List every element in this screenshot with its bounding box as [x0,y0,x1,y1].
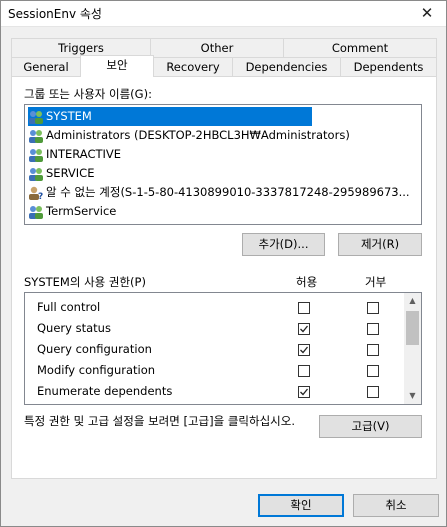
allow-checkbox[interactable] [298,323,310,335]
deny-checkbox[interactable] [367,302,379,314]
list-item-label: Administrators (DESKTOP-2HBCL3H₩Administ… [46,128,350,142]
deny-checkbox[interactable] [367,386,379,398]
advanced-hint-text: 특정 권한 및 고급 설정을 보려면 [고급]을 클릭하십시오. [24,414,295,428]
scroll-down-icon[interactable]: ▼ [404,388,421,404]
users-icon [29,148,43,162]
users-icon [29,110,43,124]
permissions-list[interactable]: Full control Query status Query configur… [24,292,422,405]
allow-checkbox[interactable] [298,344,310,356]
list-item[interactable]: SYSTEM [28,107,312,126]
allow-checkbox[interactable] [298,386,310,398]
groups-listbox[interactable]: SYSTEM Administrators (DESKTOP-2HBCL3H₩A… [24,104,422,225]
svg-text:?: ? [38,192,43,200]
permission-row-label: Query configuration [37,342,152,356]
list-item-label: SYSTEM [46,109,92,123]
deny-header: 거부 [365,275,387,289]
checkmark-icon [300,325,309,333]
ok-button[interactable]: 확인 [258,494,344,517]
groups-label: 그룹 또는 사용자 이름(G): [24,87,152,101]
permissions-label: SYSTEM의 사용 권한(P) [24,275,146,289]
permission-row-label: Full control [37,300,101,314]
deny-checkbox[interactable] [367,344,379,356]
list-item-label: SERVICE [46,166,95,180]
list-item[interactable]: TermService [28,202,116,221]
cancel-button[interactable]: 취소 [353,494,439,517]
list-item-label: 알 수 없는 계정(S-1-5-80-4130899010-3337817248… [46,185,410,199]
deny-checkbox[interactable] [367,365,379,377]
users-icon [29,205,43,219]
list-item[interactable]: ? 알 수 없는 계정(S-1-5-80-4130899010-333781724… [28,183,410,202]
permission-row-label: Modify configuration [37,363,156,377]
list-item[interactable]: Administrators (DESKTOP-2HBCL3H₩Administ… [28,126,350,145]
list-item[interactable]: INTERACTIVE [28,145,121,164]
users-icon [29,129,43,143]
list-item[interactable]: SERVICE [28,164,94,183]
advanced-button[interactable]: 고급(V) [319,415,422,438]
add-button[interactable]: 추가(D)... [242,233,325,256]
deny-checkbox[interactable] [367,323,379,335]
users-icon [29,167,43,181]
scrollbar-thumb[interactable] [406,311,419,345]
checkmark-icon [300,346,309,354]
permissions-scrollbar[interactable]: ▲ ▼ [404,293,421,404]
allow-checkbox[interactable] [298,365,310,377]
permission-row-label: Query status [37,321,111,335]
permission-row-label: Enumerate dependents [37,384,173,398]
list-item-label: INTERACTIVE [46,147,122,161]
unknown-user-icon: ? [29,186,43,200]
scroll-up-icon[interactable]: ▲ [404,293,421,309]
allow-header: 허용 [296,275,318,289]
list-item-label: TermService [46,204,117,218]
checkmark-icon [300,388,309,396]
remove-button[interactable]: 제거(R) [338,233,422,256]
allow-checkbox[interactable] [298,302,310,314]
